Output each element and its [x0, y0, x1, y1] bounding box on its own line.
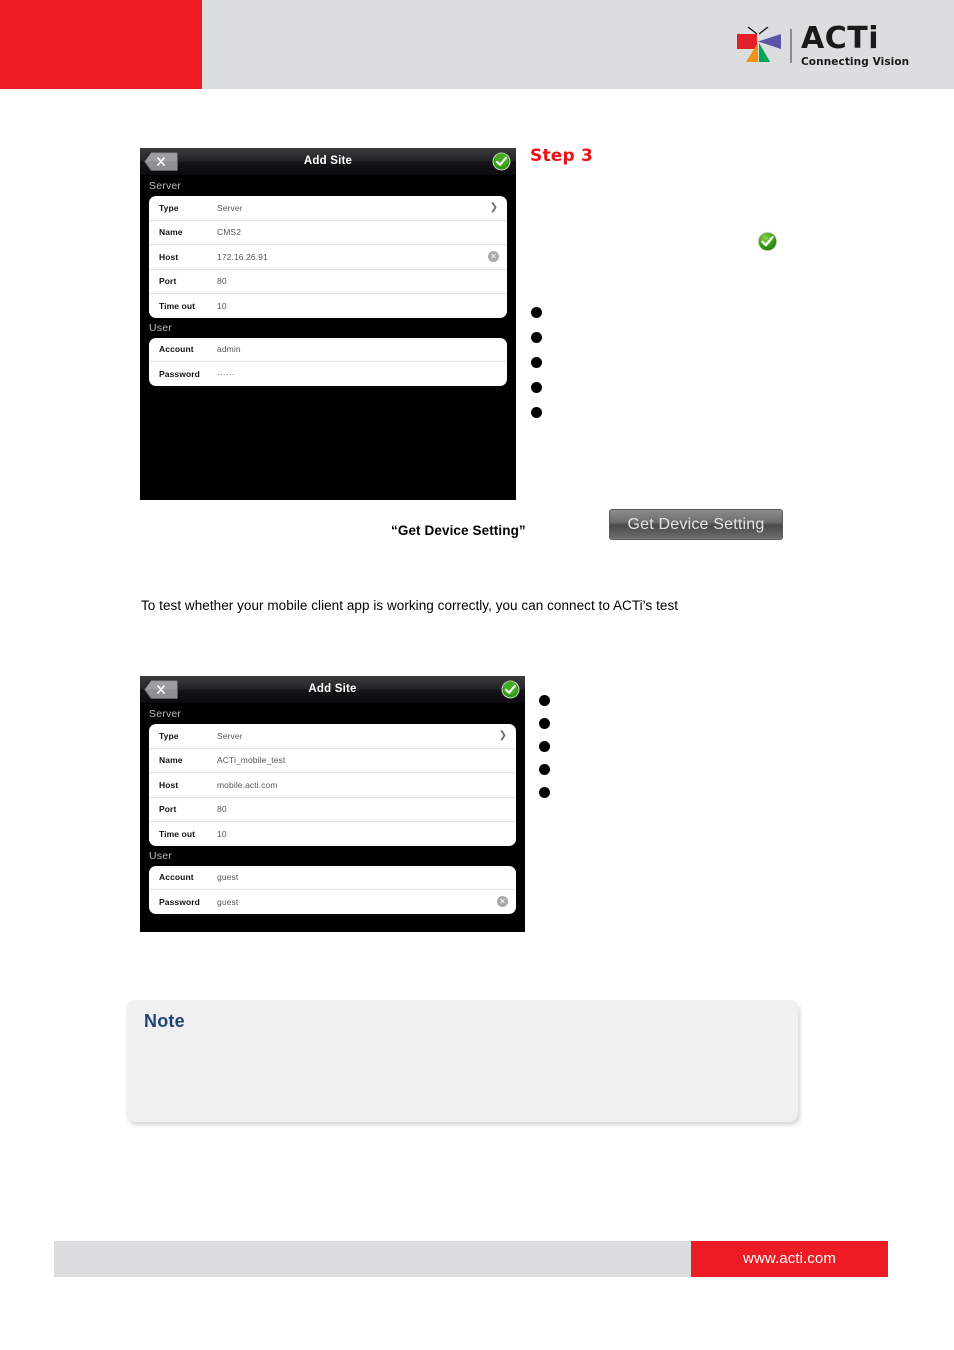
- list-item-bullet: [539, 695, 550, 706]
- note-title: Note: [144, 1011, 185, 1031]
- list-item-bullet: [539, 718, 550, 729]
- green-check-circle-icon[interactable]: [501, 680, 520, 699]
- table-row[interactable]: Port 80: [149, 270, 507, 294]
- row-label: Type: [159, 730, 179, 741]
- row-label: Port: [159, 276, 177, 287]
- row-label: Name: [159, 755, 183, 766]
- note-callout-box: Note: [126, 1000, 798, 1122]
- server-settings-card: Type Server ❯ Name CMS2 Host 172.16.26.9…: [149, 196, 507, 318]
- table-row[interactable]: Host 172.16.26.91 ✕: [149, 245, 507, 270]
- table-row[interactable]: Type Server ❯: [149, 724, 516, 749]
- user-settings-card: Account admin Password ······: [149, 337, 507, 386]
- get-device-setting-quoted-label: “Get Device Setting”: [391, 523, 526, 538]
- clear-x-icon[interactable]: ✕: [497, 896, 508, 908]
- table-row[interactable]: Password guest ✕: [149, 890, 516, 914]
- green-check-circle-icon[interactable]: [492, 152, 511, 171]
- table-row[interactable]: Name CMS2: [149, 221, 507, 245]
- table-row[interactable]: Password ······: [149, 362, 507, 386]
- row-value: 172.16.26.91: [217, 251, 268, 262]
- brand-wordmark: ACTi: [801, 21, 879, 57]
- list-item-bullet: [531, 357, 542, 368]
- footer-website-url[interactable]: www.acti.com: [691, 1241, 888, 1277]
- list-item-bullet: [539, 787, 550, 798]
- row-label: Name: [159, 227, 183, 238]
- green-check-circle-icon: [757, 231, 778, 252]
- list-item-bullet: [531, 382, 542, 393]
- row-label: Time out: [159, 300, 196, 311]
- list-item-bullet: [539, 741, 550, 752]
- list-item-bullet: [531, 307, 542, 318]
- phone-empty-area: [140, 385, 516, 500]
- page-title: Add Site: [308, 683, 357, 695]
- chevron-right-icon: ❯: [489, 201, 498, 213]
- header-red-accent-block: [0, 0, 202, 89]
- list-item-bullet: [539, 764, 550, 775]
- section-heading-user: User: [140, 317, 516, 338]
- table-row[interactable]: Port 80: [149, 798, 516, 822]
- row-label: Type: [159, 202, 179, 213]
- app-titlebar: Add Site: [140, 148, 516, 176]
- section-heading-server: Server: [140, 704, 525, 724]
- chevron-right-icon: ❯: [498, 729, 507, 741]
- acti-butterfly-logo-icon: [735, 26, 783, 66]
- row-label: Host: [159, 779, 179, 790]
- list-item-bullet: [531, 332, 542, 343]
- logo-divider: [790, 29, 792, 63]
- list-item-bullet: [531, 407, 542, 418]
- logo-text-group: ACTi Connecting Vision: [801, 24, 909, 68]
- row-label: Account: [159, 344, 194, 355]
- table-row[interactable]: Time out 10: [149, 822, 516, 846]
- table-row[interactable]: Time out 10: [149, 294, 507, 318]
- table-row[interactable]: Host mobile.acti.com: [149, 773, 516, 798]
- page-title: Add Site: [303, 155, 353, 167]
- row-label: Port: [159, 804, 177, 815]
- row-label: Password: [159, 368, 200, 379]
- table-row[interactable]: Name ACTi_mobile_test: [149, 749, 516, 773]
- row-label: Account: [159, 872, 194, 883]
- body-paragraph: To test whether your mobile client app i…: [141, 598, 679, 613]
- row-value: admin: [217, 344, 241, 355]
- get-device-setting-button[interactable]: Get Device Setting: [609, 509, 783, 540]
- table-row[interactable]: Account admin: [149, 338, 507, 362]
- row-value: ······: [217, 368, 235, 379]
- brand-logo: ACTi Connecting Vision: [735, 22, 915, 70]
- row-value: Server: [217, 202, 243, 213]
- step-heading: Step 3: [530, 146, 594, 166]
- app-titlebar: Add Site: [140, 676, 525, 704]
- row-label: Host: [159, 251, 179, 262]
- clear-x-icon[interactable]: ✕: [488, 251, 499, 263]
- page-header: ACTi Connecting Vision: [0, 0, 954, 89]
- bullet-list-two: [539, 695, 550, 798]
- screenshot-add-site-acti-mobile-test: Add Site Server Type Server ❯ Name ACTi_…: [140, 676, 525, 932]
- table-row[interactable]: Type Server ❯: [149, 196, 507, 221]
- row-value: CMS2: [217, 227, 242, 238]
- screenshot-add-site-cms2: Add Site Server Type Server ❯ Name CMS2 …: [140, 148, 516, 500]
- user-settings-card: Account guest Password guest ✕: [149, 865, 516, 914]
- section-heading-server: Server: [140, 176, 516, 196]
- row-value: 10: [217, 828, 227, 839]
- row-value: guest: [217, 896, 239, 907]
- row-value: 80: [217, 804, 227, 815]
- row-value: 80: [217, 276, 227, 287]
- bullet-list-one: [531, 307, 542, 418]
- row-value: ACTi_mobile_test: [217, 755, 286, 766]
- row-label: Time out: [159, 828, 196, 839]
- phone-empty-area: [140, 913, 525, 926]
- row-value: Server: [217, 730, 243, 741]
- row-value: 10: [217, 300, 227, 311]
- section-heading-user: User: [140, 845, 525, 866]
- server-settings-card: Type Server ❯ Name ACTi_mobile_test Host…: [149, 724, 516, 846]
- row-value: mobile.acti.com: [217, 779, 278, 790]
- row-value: guest: [217, 872, 239, 883]
- row-label: Password: [159, 896, 200, 907]
- table-row[interactable]: Account guest: [149, 866, 516, 890]
- brand-tagline: Connecting Vision: [801, 56, 910, 69]
